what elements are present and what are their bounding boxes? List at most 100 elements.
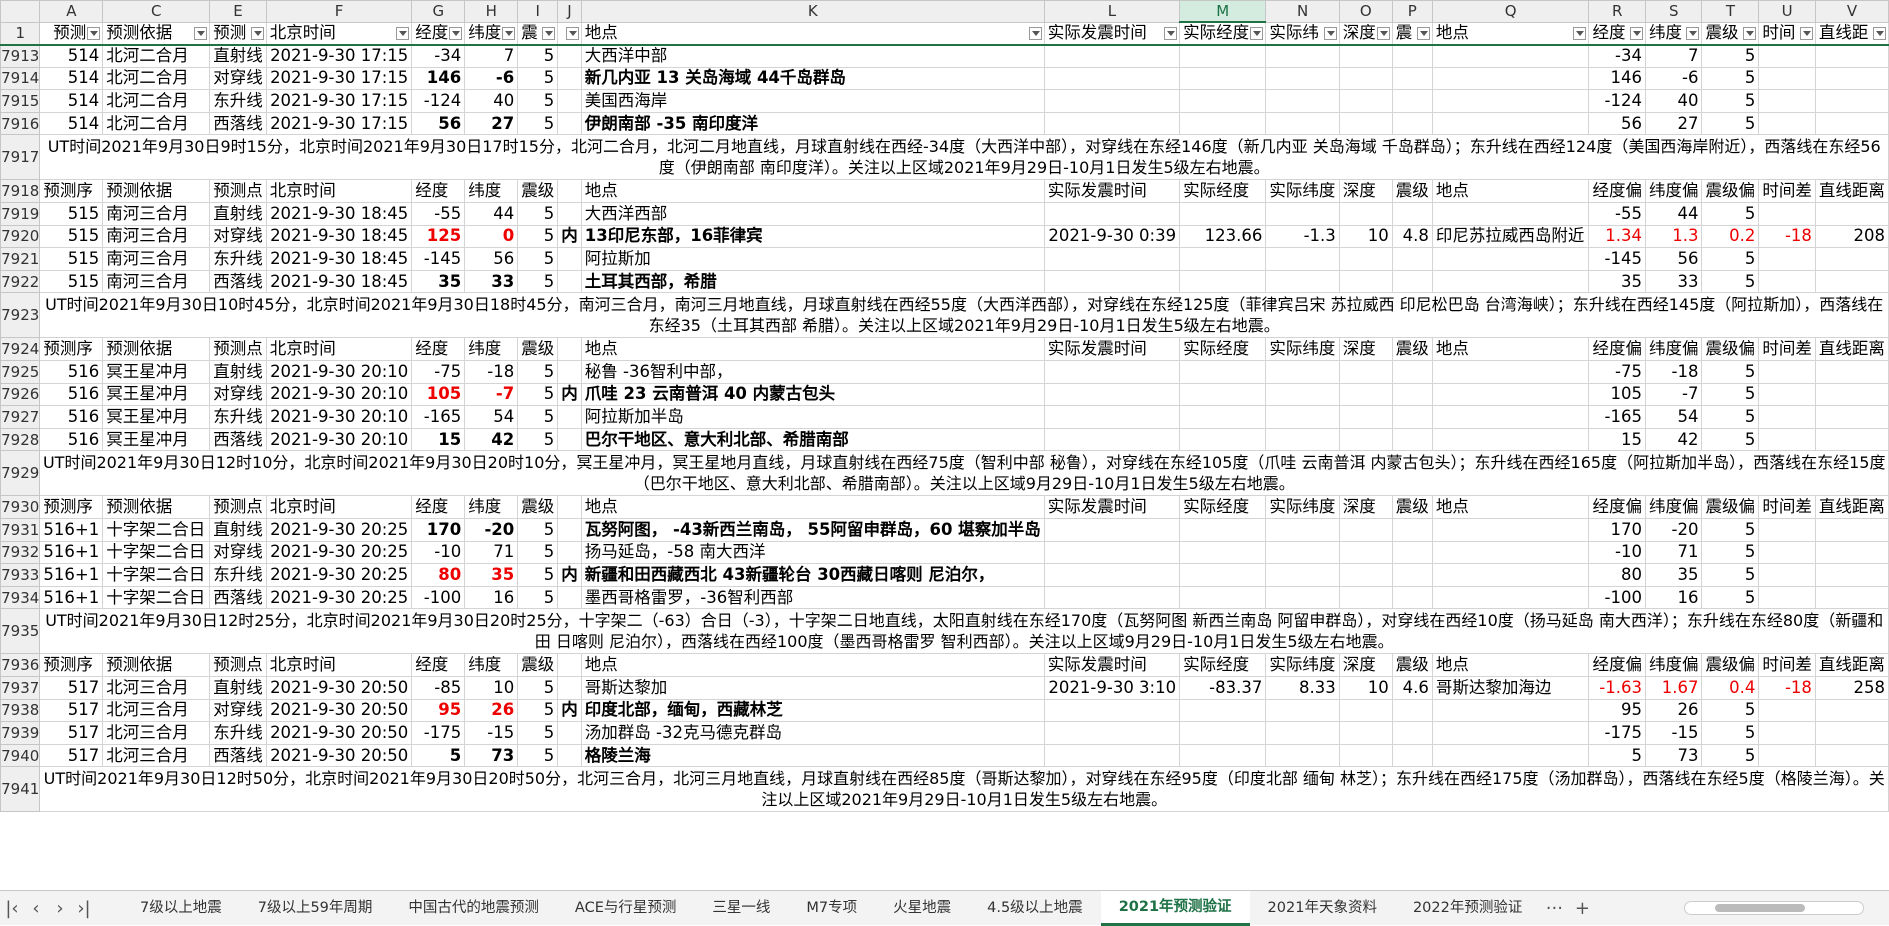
actual-longitude-cell[interactable] [1179, 269, 1267, 294]
depth-cell[interactable] [1338, 563, 1393, 587]
actual-location-cell[interactable] [1431, 382, 1590, 407]
subheader-cell[interactable]: 经度偏 [1588, 653, 1646, 677]
row-number[interactable]: 7937 [0, 675, 41, 700]
latitude-cell[interactable]: 33 [464, 269, 519, 294]
actual-time-cell[interactable] [1043, 202, 1181, 226]
subheader-cell[interactable]: 预测点 [209, 495, 267, 519]
distance-cell[interactable] [1814, 743, 1889, 768]
actual-location-cell[interactable] [1431, 89, 1590, 113]
actual-time-cell[interactable] [1043, 405, 1181, 429]
beijing-time-cell[interactable]: 2021-9-30 20:50 [265, 675, 413, 700]
forecast-basis-cell[interactable]: 南河三合月 [102, 224, 211, 249]
actual-location-cell[interactable] [1431, 247, 1590, 271]
subheader-cell[interactable]: 直线距离 [1814, 653, 1889, 677]
subheader-cell[interactable]: 纬度偏 [1644, 179, 1703, 204]
depth-cell[interactable] [1338, 111, 1393, 136]
subheader-cell[interactable]: 预测点 [209, 179, 267, 204]
actual-time-cell[interactable]: 2021-9-30 3:10 [1043, 675, 1181, 700]
depth-cell[interactable] [1338, 698, 1393, 723]
subheader-cell[interactable]: 纬度偏 [1644, 653, 1703, 677]
filter-header-cell[interactable]: 震 [1391, 21, 1433, 46]
time-diff-cell[interactable] [1758, 89, 1816, 113]
forecast-basis-cell[interactable]: 十字架二合日 [102, 585, 211, 610]
more-sheets-button[interactable]: ··· [1540, 898, 1568, 919]
latitude-offset-cell[interactable]: -18 [1644, 360, 1703, 384]
latitude-offset-cell[interactable]: 73 [1644, 743, 1703, 768]
column-header-O[interactable]: O [1338, 0, 1393, 23]
longitude-cell[interactable]: -85 [411, 675, 466, 700]
row-number[interactable]: 7932 [0, 540, 41, 565]
subheader-cell[interactable]: 震级 [517, 337, 559, 362]
subheader-cell[interactable]: 震级偏 [1701, 337, 1760, 362]
forecast-seq-cell[interactable]: 516+1 [39, 518, 104, 542]
filter-header-cell[interactable]: 纬度 [1644, 21, 1703, 46]
subheader-cell[interactable] [557, 495, 582, 519]
actual-time-cell[interactable] [1043, 44, 1181, 68]
subheader-cell[interactable]: 实际纬度 [1265, 179, 1340, 204]
location-cell[interactable]: 土耳其西部，希腊 [580, 269, 1045, 294]
subheader-cell[interactable]: 地点 [580, 337, 1045, 362]
subheader-cell[interactable]: 预测依据 [102, 337, 211, 362]
inland-flag-cell[interactable] [557, 111, 582, 136]
latitude-cell[interactable]: 73 [464, 743, 519, 768]
subheader-cell[interactable]: 实际发震时间 [1043, 495, 1181, 519]
depth-cell[interactable]: 10 [1338, 224, 1393, 249]
forecast-seq-cell[interactable]: 516 [39, 382, 104, 407]
row-number[interactable]: 7930 [0, 495, 41, 519]
row-number[interactable]: 7933 [0, 563, 41, 587]
inland-flag-cell[interactable]: 内 [557, 224, 582, 249]
time-diff-cell[interactable] [1758, 427, 1816, 452]
magnitude-cell[interactable]: 5 [517, 518, 559, 542]
forecast-seq-cell[interactable]: 516 [39, 405, 104, 429]
distance-cell[interactable]: 258 [1814, 675, 1889, 700]
subheader-cell[interactable]: 北京时间 [265, 179, 413, 204]
latitude-cell[interactable]: 27 [464, 111, 519, 136]
actual-magnitude-cell[interactable] [1391, 247, 1433, 271]
filter-header-cell[interactable]: 震级 [1701, 21, 1760, 46]
latitude-cell[interactable]: -15 [464, 721, 519, 745]
latitude-offset-cell[interactable]: 26 [1644, 698, 1703, 723]
actual-time-cell[interactable] [1043, 743, 1181, 768]
forecast-basis-cell[interactable]: 南河三合月 [102, 247, 211, 271]
subheader-cell[interactable]: 地点 [1431, 337, 1590, 362]
magnitude-offset-cell[interactable]: 5 [1701, 382, 1760, 407]
inland-flag-cell[interactable] [557, 247, 582, 271]
actual-magnitude-cell[interactable] [1391, 44, 1433, 68]
forecast-point-cell[interactable]: 西落线 [209, 111, 267, 136]
magnitude-cell[interactable]: 5 [517, 743, 559, 768]
forecast-basis-cell[interactable]: 冥王星冲月 [102, 427, 211, 452]
subheader-cell[interactable]: 深度 [1338, 495, 1393, 519]
latitude-cell[interactable]: 26 [464, 698, 519, 723]
longitude-cell[interactable]: 15 [411, 427, 466, 452]
longitude-cell[interactable]: 105 [411, 382, 466, 407]
forecast-basis-cell[interactable]: 冥王星冲月 [102, 360, 211, 384]
actual-time-cell[interactable] [1043, 66, 1181, 91]
actual-latitude-cell[interactable] [1265, 202, 1340, 226]
actual-time-cell[interactable] [1043, 427, 1181, 452]
location-cell[interactable]: 扬马延岛，-58 南大西洋 [580, 540, 1045, 565]
inland-flag-cell[interactable] [557, 427, 582, 452]
time-diff-cell[interactable] [1758, 44, 1816, 68]
data-table[interactable]: A C E F G H I J K L M N O P Q R S T U V 1 预测 预测依据 预测 北京时间 经度 纬度震地点… [0, 0, 1889, 813]
subheader-cell[interactable]: 震级 [517, 653, 559, 677]
forecast-note-cell[interactable]: UT时间2021年9月30日12时10分，北京时间2021年9月30日20时10… [39, 450, 1889, 497]
subheader-cell[interactable] [557, 653, 582, 677]
longitude-cell[interactable]: 80 [411, 563, 466, 587]
actual-latitude-cell[interactable] [1265, 66, 1340, 91]
time-diff-cell[interactable] [1758, 518, 1816, 542]
subheader-cell[interactable]: 震级 [1391, 495, 1433, 519]
subheader-cell[interactable]: 预测依据 [102, 179, 211, 204]
sheet-tab[interactable]: 4.5级以上地震 [969, 891, 1101, 926]
subheader-cell[interactable]: 实际经度 [1179, 337, 1267, 362]
actual-location-cell[interactable] [1431, 405, 1590, 429]
row-number[interactable]: 7921 [0, 247, 41, 271]
longitude-offset-cell[interactable]: 80 [1588, 563, 1646, 587]
subheader-cell[interactable]: 实际纬度 [1265, 495, 1340, 519]
subheader-cell[interactable]: 实际发震时间 [1043, 337, 1181, 362]
actual-location-cell[interactable] [1431, 540, 1590, 565]
actual-latitude-cell[interactable] [1265, 89, 1340, 113]
forecast-note-cell[interactable]: UT时间2021年9月30日9时15分，北京时间2021年9月30日17时15分… [39, 134, 1889, 181]
row-number[interactable]: 7914 [0, 66, 41, 91]
actual-latitude-cell[interactable] [1265, 743, 1340, 768]
beijing-time-cell[interactable]: 2021-9-30 18:45 [265, 247, 413, 271]
